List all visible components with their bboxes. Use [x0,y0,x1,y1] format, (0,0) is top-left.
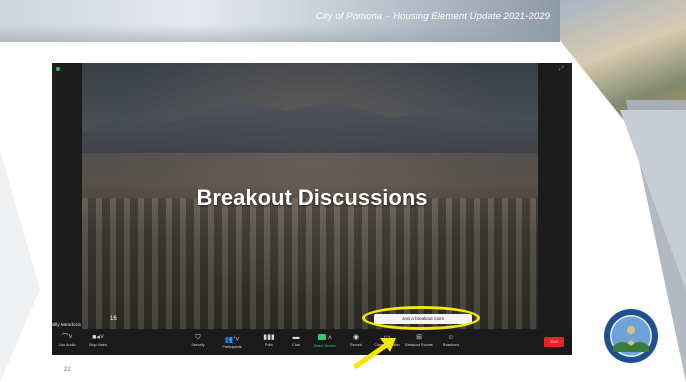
city-seal-logo [604,309,658,363]
city-skyline [82,198,538,329]
participant-name: Milly Mendoza [50,323,81,328]
reactions-button[interactable]: ☺ Reactions [436,333,466,347]
poll-icon: ▮▮▮ [263,334,275,341]
mountain-silhouette [82,97,538,153]
stop-video-button[interactable]: ■◂˅ Stop Video [83,333,113,347]
decorative-wedge-left [0,150,40,382]
slide: City of Pomona – Housing Element Update … [0,0,686,382]
join-audio-button[interactable]: ⌒˅ Join Audio [52,333,82,347]
street-photo [560,0,686,135]
shield-icon: ⛉ [195,334,201,341]
video-camera-icon: ■◂˅ [92,334,104,341]
participants-button[interactable]: 👥1˅ Participants [217,333,247,349]
fullscreen-icon[interactable]: ⤢ [559,66,564,73]
people-icon: 👥1˅ [224,335,240,344]
emoji-icon: ☺ [447,334,455,341]
page-number: 22 [64,367,71,373]
chat-button[interactable]: ▬ Chat [281,333,311,347]
polls-button[interactable]: ▮▮▮ Polls [254,333,284,347]
slide-header-title: City of Pomona – Housing Element Update … [315,11,550,22]
share-screen-button[interactable]: ˄ Share Screen [310,333,340,348]
decorative-wedge-light [620,110,686,290]
tile-number: 16 [110,316,117,322]
share-screen-icon: ˄ [310,333,340,343]
header-mountain-image [0,24,560,42]
connection-status-icon [56,67,60,71]
annotation-arrow-icon [353,338,396,369]
meeting-overlay-title: Breakout Discussions [196,185,428,210]
headphones-icon: ⌒˅ [61,334,73,341]
end-meeting-button[interactable]: End [544,337,564,347]
security-button[interactable]: ⛉ Security [183,333,213,347]
highlight-ellipse [362,306,480,330]
chat-icon: ▬ [292,334,300,341]
